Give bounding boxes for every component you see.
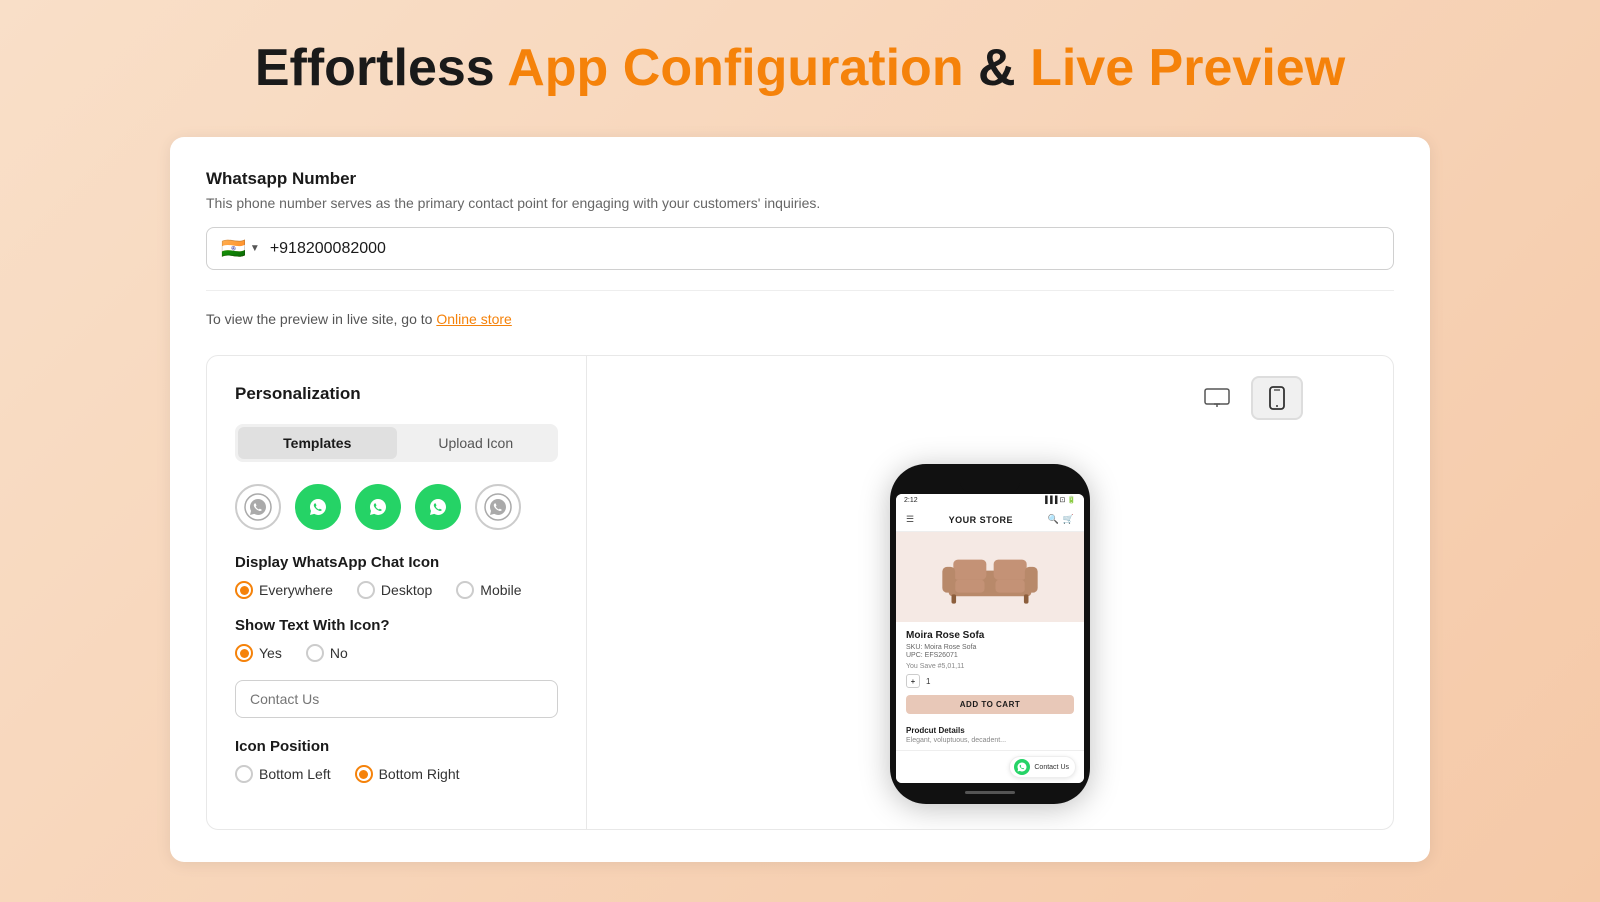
radio-yes[interactable]: Yes (235, 644, 282, 662)
product-details-title: Prodcut Details (906, 726, 1074, 735)
flag-emoji: 🇮🇳 (221, 236, 246, 261)
personalization-panel: Personalization Templates Upload Icon (207, 356, 587, 829)
product-name: Moira Rose Sofa (906, 630, 1074, 641)
wa-icon-variant4[interactable] (415, 484, 461, 530)
wa-icon-variant3[interactable] (355, 484, 401, 530)
wa-chip-icon (1014, 759, 1030, 775)
radio-bottom-left[interactable]: Bottom Left (235, 765, 331, 783)
preview-panel: 2:12 ▐▐▐ ⊡ 🔋 ☰ YOUR STORE 🔍 🛒 (587, 356, 1393, 829)
contact-chip-text: Contact Us (1034, 764, 1069, 771)
product-upc: UPC: EFS26071 (906, 652, 1074, 659)
page-title: Effortless App Configuration & Live Prev… (255, 40, 1345, 97)
online-store-link[interactable]: Online store (436, 311, 511, 327)
personalization-title: Personalization (235, 384, 558, 404)
tab-upload[interactable]: Upload Icon (397, 427, 556, 459)
qty-value: 1 (926, 677, 930, 686)
whatsapp-title: Whatsapp Number (206, 169, 1394, 189)
wa-icon-outline[interactable] (235, 484, 281, 530)
product-details-section: Prodcut Details Elegant, voluptuous, dec… (896, 726, 1084, 750)
radio-everywhere-circle (235, 581, 253, 599)
mobile-tab[interactable] (1251, 376, 1303, 420)
radio-no[interactable]: No (306, 644, 348, 662)
radio-bottom-right[interactable]: Bottom Right (355, 765, 460, 783)
template-tab-row: Templates Upload Icon (235, 424, 558, 462)
wa-icon-green-selected[interactable] (295, 484, 341, 530)
radio-bottom-left-circle (235, 765, 253, 783)
preview-note: To view the preview in live site, go to … (206, 290, 1394, 327)
position-radio-row: Bottom Left Bottom Right (235, 765, 558, 783)
radio-no-circle (306, 644, 324, 662)
product-price: You Save #5,01,11 (906, 663, 1074, 670)
flag-select[interactable]: 🇮🇳 ▼ (221, 236, 260, 261)
radio-everywhere[interactable]: Everywhere (235, 581, 333, 599)
store-icons: 🔍 🛒 (1048, 514, 1074, 525)
radio-mobile-circle (456, 581, 474, 599)
phone-time: 2:12 (904, 497, 918, 504)
radio-yes-circle (235, 644, 253, 662)
chevron-down-icon: ▼ (250, 243, 260, 254)
product-image-area (896, 532, 1084, 622)
device-tabs (1191, 376, 1303, 420)
phone-status-bar: 2:12 ▐▐▐ ⊡ 🔋 (896, 494, 1084, 508)
phone-screen: 2:12 ▐▐▐ ⊡ 🔋 ☰ YOUR STORE 🔍 🛒 (896, 494, 1084, 783)
tab-templates[interactable]: Templates (238, 427, 397, 459)
display-radio-row: Everywhere Desktop Mobile (235, 581, 558, 599)
bottom-row: Personalization Templates Upload Icon (206, 355, 1394, 830)
product-sku: SKU: Moira Rose Sofa (906, 644, 1074, 651)
phone-home-bar (965, 791, 1015, 794)
main-container: Whatsapp Number This phone number serves… (170, 137, 1430, 862)
whatsapp-section: Whatsapp Number This phone number serves… (206, 169, 1394, 327)
display-label: Display WhatsApp Chat Icon (235, 554, 558, 571)
whatsapp-desc: This phone number serves as the primary … (206, 195, 1394, 211)
phone-mockup: 2:12 ▐▐▐ ⊡ 🔋 ☰ YOUR STORE 🔍 🛒 (890, 464, 1090, 804)
desktop-tab[interactable] (1191, 376, 1243, 420)
qty-minus[interactable]: + (906, 674, 920, 688)
show-text-radio-row: Yes No (235, 644, 558, 662)
radio-desktop[interactable]: Desktop (357, 581, 432, 599)
product-details-text: Elegant, voluptuous, decadent... (906, 737, 1074, 744)
phone-input-row: 🇮🇳 ▼ (206, 227, 1394, 270)
phone-signal: ▐▐▐ ⊡ 🔋 (1043, 496, 1076, 504)
show-text-label: Show Text With Icon? (235, 617, 558, 634)
radio-desktop-circle (357, 581, 375, 599)
wa-contact-chip[interactable]: Contact Us (1009, 756, 1076, 778)
sofa-svg (935, 542, 1045, 612)
contact-us-input[interactable] (235, 680, 558, 718)
product-info: Moira Rose Sofa SKU: Moira Rose Sofa UPC… (896, 622, 1084, 726)
qty-row: + 1 (906, 674, 1074, 688)
phone-input[interactable] (270, 240, 1379, 258)
store-name: YOUR STORE (949, 515, 1013, 525)
position-label: Icon Position (235, 738, 558, 755)
wa-icon-outline2[interactable] (475, 484, 521, 530)
add-to-cart-btn[interactable]: ADD TO CART (906, 695, 1074, 714)
radio-bottom-right-circle (355, 765, 373, 783)
radio-mobile[interactable]: Mobile (456, 581, 521, 599)
store-header: ☰ YOUR STORE 🔍 🛒 (896, 508, 1084, 532)
icon-options-row (235, 484, 558, 530)
wa-float-bar: Contact Us (896, 750, 1084, 783)
